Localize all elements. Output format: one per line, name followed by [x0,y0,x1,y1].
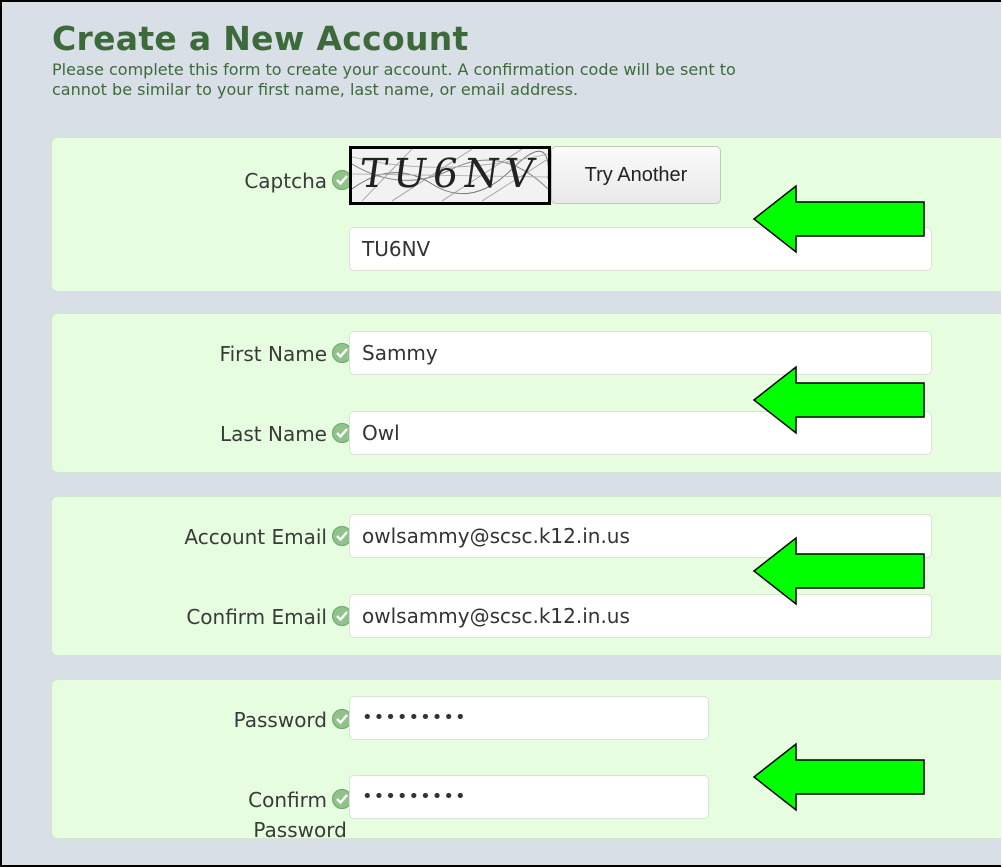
page-description-line-2: cannot be similar to your first name, la… [52,80,579,99]
account-email-label-group: Account Email [184,525,352,549]
confirm-password-label-line-2: Password [253,818,347,842]
captcha-label: Captcha [244,169,327,193]
confirm-password-label-line-1: Confirm [248,788,327,812]
try-another-button[interactable]: Try Another [551,146,721,204]
last-name-label-group: Last Name [220,422,352,446]
confirm-password-label-group: Confirm Password [248,785,352,845]
left-arrow-icon [752,184,925,254]
page-frame: Create a New Account Please complete thi… [0,0,1001,867]
first-name-label-group: First Name [220,342,352,366]
left-arrow-icon [752,365,925,435]
left-arrow-icon [752,742,925,812]
left-arrow-icon [752,536,925,606]
captcha-image: TU6NV [349,146,551,205]
confirm-password-input[interactable]: ••••••••• [349,775,709,819]
confirm-email-label-group: Confirm Email [186,605,352,629]
last-name-label: Last Name [219,422,327,446]
first-name-label: First Name [219,342,327,366]
password-input[interactable]: ••••••••• [349,696,709,740]
captcha-text: TU6NV [356,151,544,197]
confirm-email-label: Confirm Email [186,605,327,629]
password-label-group: Password [234,708,352,732]
page-description: Please complete this form to create your… [52,60,1001,100]
captcha-label-group: Captcha [244,169,352,193]
page-description-line-1: Please complete this form to create your… [52,60,736,79]
account-email-label: Account Email [184,525,327,549]
page-title: Create a New Account [52,19,469,58]
password-label: Password [233,708,327,732]
